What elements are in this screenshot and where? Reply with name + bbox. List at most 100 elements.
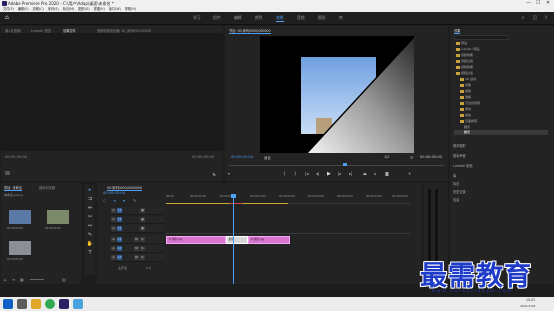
timeline-timecode[interactable]: 00:00:02:04 — [103, 191, 125, 195]
icon-view-icon[interactable]: ▦ — [20, 277, 24, 282]
search-icon[interactable] — [17, 299, 27, 309]
premiere-taskbar-icon[interactable] — [59, 299, 69, 309]
eye-icon[interactable]: ◉ — [140, 226, 145, 231]
slip-tool-icon[interactable]: ↔ — [86, 223, 94, 230]
mute-button[interactable]: M — [134, 237, 139, 242]
add-marker-icon[interactable]: ▾ — [228, 171, 230, 176]
clock-date[interactable]: 2021/7/26 — [520, 304, 535, 308]
menu-marker[interactable]: 标记(M) — [63, 7, 75, 11]
panel-markers[interactable]: 标记 — [453, 181, 459, 186]
master-track-volume[interactable]: 0.0 — [146, 266, 151, 270]
tree-item-audio-transitions[interactable]: 音频过渡 — [456, 59, 473, 63]
export-frame-icon[interactable]: ◙ — [385, 171, 389, 176]
lock-track-icon[interactable]: ⌂ — [111, 237, 116, 242]
tree-item-3d-motion[interactable]: 3D 运动 — [460, 77, 476, 81]
tab-media-browser[interactable]: 媒体浏览器 — [39, 185, 55, 190]
mute-button[interactable]: M — [134, 246, 139, 251]
lock-track-icon[interactable]: ⌂ — [111, 226, 116, 231]
mark-out-icon[interactable]: } — [294, 171, 297, 176]
razor-tool-icon[interactable]: ✂ — [86, 214, 94, 221]
media-thumb-3[interactable] — [9, 241, 31, 255]
track-target-v1[interactable]: V1 — [117, 226, 122, 231]
media-thumb-1[interactable] — [9, 210, 31, 224]
new-item-icon[interactable]: ▤ — [62, 277, 66, 282]
lock-track-icon[interactable]: ⌂ — [111, 246, 116, 251]
list-view-icon[interactable]: ≡ — [12, 277, 15, 282]
filter-icon[interactable] — [5, 171, 10, 175]
tree-item-audio-effects[interactable]: 音频效果 — [456, 53, 473, 57]
hand-tool-icon[interactable]: ✋ — [86, 241, 94, 248]
close-button[interactable]: ✕ — [546, 0, 550, 7]
mute-button[interactable]: M — [134, 255, 139, 260]
menu-help[interactable]: 帮助(H) — [125, 7, 136, 11]
app-icon[interactable] — [73, 299, 83, 309]
type-tool-icon[interactable]: T — [86, 250, 94, 257]
tree-item-video-transitions[interactable]: 视频过渡 — [456, 71, 473, 75]
workspace-tab-libraries[interactable]: 库 — [339, 15, 343, 21]
button-editor-icon[interactable]: + — [408, 171, 411, 176]
lock-icon[interactable]: ⌂ — [4, 277, 7, 282]
maximize-button[interactable]: ☐ — [536, 0, 540, 7]
chrome-icon[interactable] — [45, 299, 55, 309]
selection-tool-icon[interactable]: ▸ — [86, 187, 94, 194]
zoom-fit-select[interactable]: 适合 — [264, 155, 271, 160]
panel-lumetri-color[interactable]: Lumetri 颜色 — [453, 163, 473, 168]
workspace-tab-assembly[interactable]: 组件 — [213, 15, 221, 21]
lock-track-icon[interactable]: ⌂ — [111, 255, 116, 260]
tree-item-wipe[interactable]: 擦除 — [460, 89, 471, 93]
track-target-a1[interactable]: A1 — [117, 237, 122, 242]
tree-item-video-effects[interactable]: 视频效果 — [456, 65, 473, 69]
media-thumb-2[interactable] — [47, 210, 69, 224]
tree-item-zoom[interactable]: 缩放 — [460, 113, 471, 117]
workspace-tab-color[interactable]: 颜色 — [255, 15, 263, 21]
thumbnail-size-slider[interactable] — [30, 279, 44, 280]
panel-info[interactable]: 信息 — [453, 197, 459, 202]
menu-graphics[interactable]: 图形(G) — [78, 7, 89, 11]
panel-essential-sound[interactable]: 基本声音 — [453, 153, 466, 158]
tree-item-lumetri-presets[interactable]: Lumetri 预设 — [456, 47, 480, 51]
add-marker-tl-icon[interactable]: ▾ — [123, 198, 125, 203]
menu-file[interactable]: 文件(F) — [3, 7, 14, 11]
menu-window[interactable]: 窗口(W) — [109, 7, 121, 11]
program-playhead[interactable] — [343, 163, 347, 166]
workspace-tab-learn[interactable]: 学习 — [193, 15, 201, 21]
play-icon[interactable]: ▶ — [327, 171, 331, 177]
effects-panel-title[interactable]: 效果 — [454, 28, 461, 34]
panel-libraries[interactable]: 库 — [453, 173, 456, 178]
lock-track-icon[interactable]: ⌂ — [111, 217, 116, 222]
panel-history[interactable]: 历史记录 — [453, 189, 466, 194]
search-icon[interactable]: ⌕ — [520, 15, 526, 21]
minimize-button[interactable]: — — [526, 0, 531, 7]
eye-icon[interactable]: ◉ — [140, 208, 145, 213]
linked-selection-icon[interactable]: ∞ — [113, 198, 116, 203]
ripple-edit-tool-icon[interactable]: ⇹ — [86, 205, 94, 212]
timeline-clip[interactable]: fx 图片.jpg — [248, 236, 290, 244]
effects-search-input[interactable] — [454, 35, 509, 40]
go-to-in-icon[interactable]: |◂ — [305, 171, 308, 176]
share-icon[interactable]: ⇪ — [543, 15, 549, 21]
snap-icon[interactable]: ⊂ — [103, 198, 106, 203]
clock-time[interactable]: 15:22 — [526, 298, 535, 302]
track-target-a2[interactable]: A2 — [117, 246, 122, 251]
wrench-icon[interactable]: ⚙ — [410, 155, 414, 160]
workspace-tab-effects[interactable]: 效果 — [276, 15, 284, 22]
mark-in-icon[interactable]: { — [283, 171, 286, 176]
workspace-tab-graphics[interactable]: 图形 — [318, 15, 326, 21]
tree-item-slide[interactable]: 滑动 — [460, 107, 471, 111]
timeline-playhead[interactable] — [233, 194, 234, 284]
menu-sequence[interactable]: 序列(S) — [48, 7, 59, 11]
workspace-tab-audio[interactable]: 音频 — [297, 15, 305, 21]
program-scrub-bar[interactable] — [229, 165, 444, 166]
playback-resolution-select[interactable]: 1/2 — [384, 155, 389, 159]
lift-icon[interactable]: ⏏ — [363, 171, 367, 176]
eye-icon[interactable]: ◉ — [140, 217, 145, 222]
extract-icon[interactable]: ⌂ — [374, 171, 377, 176]
program-monitor-title[interactable]: 节目: 00:序列0000(000000 — [229, 28, 271, 34]
work-area-bar[interactable] — [166, 203, 288, 204]
lock-track-icon[interactable]: ⌂ — [111, 208, 116, 213]
solo-button[interactable]: S — [140, 246, 145, 251]
tree-item-immersive-video[interactable]: 沉浸式视频 — [460, 101, 480, 105]
tree-item-selected[interactable]: 翻页 — [454, 130, 548, 135]
step-forward-icon[interactable]: |▸ — [338, 171, 341, 176]
tree-item-page-peel[interactable]: 页面剥落 — [460, 119, 477, 123]
